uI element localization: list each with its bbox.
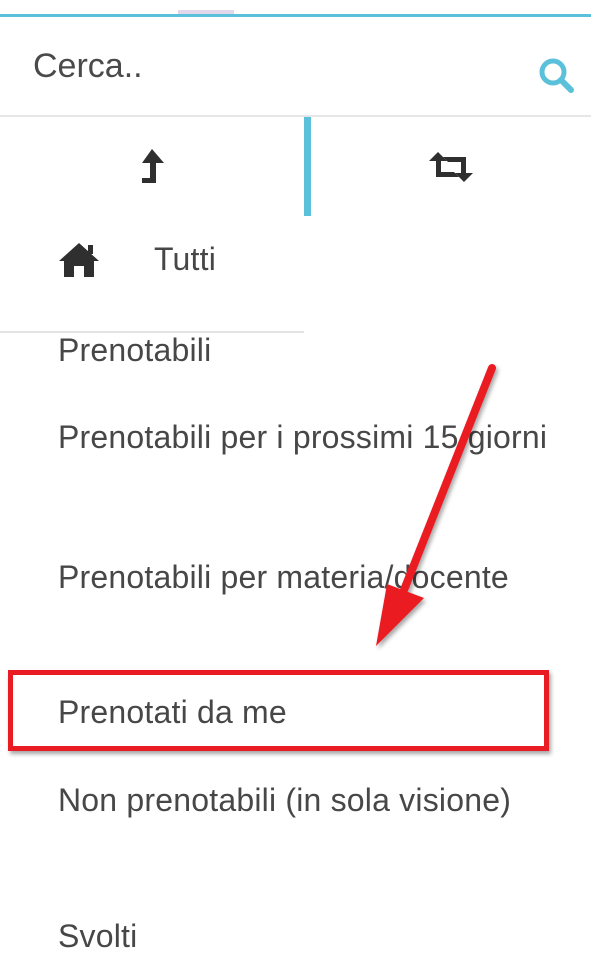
list-item-tutti[interactable]: Tutti (58, 234, 558, 285)
list-item-prenotabili-materia-docente[interactable]: Prenotabili per materia/docente (58, 552, 558, 603)
list-item-prenotati-da-me[interactable]: Prenotati da me (58, 687, 558, 738)
list-item-label: Prenotabili (58, 332, 212, 368)
search-bar (0, 17, 591, 115)
list-item-label: Prenotabili per materia/docente (58, 559, 509, 595)
list-item-label: Tutti (154, 241, 217, 277)
list-item-svolti[interactable]: Svolti (58, 911, 558, 954)
filter-panel: Tutti Prenotabili Prenotabili per i pros… (0, 0, 591, 954)
list-item-prenotabili-15-giorni[interactable]: Prenotabili per i prossimi 15 giorni (58, 412, 558, 463)
home-icon (58, 241, 100, 279)
search-icon (539, 58, 574, 93)
search-button[interactable] (536, 55, 578, 97)
list-item-label: Prenotati da me (58, 694, 287, 730)
tab-active-indicator (304, 117, 311, 216)
list-item-non-prenotabili[interactable]: Non prenotabili (in sola visione) (58, 775, 558, 826)
list-item-label: Prenotabili per i prossimi 15 giorni (58, 419, 548, 455)
top-rule-mark (178, 10, 234, 14)
list-item-prenotabili[interactable]: Prenotabili (58, 325, 558, 376)
tab-bar (0, 117, 591, 333)
list-item-label: Non prenotabili (in sola visione) (58, 782, 512, 818)
search-input[interactable] (0, 17, 540, 115)
upload-arrow-icon (142, 148, 164, 183)
retweet-icon (429, 151, 473, 182)
tab-retweet[interactable] (311, 117, 591, 216)
tab-upload[interactable] (0, 117, 304, 216)
list-item-label: Svolti (58, 918, 138, 954)
